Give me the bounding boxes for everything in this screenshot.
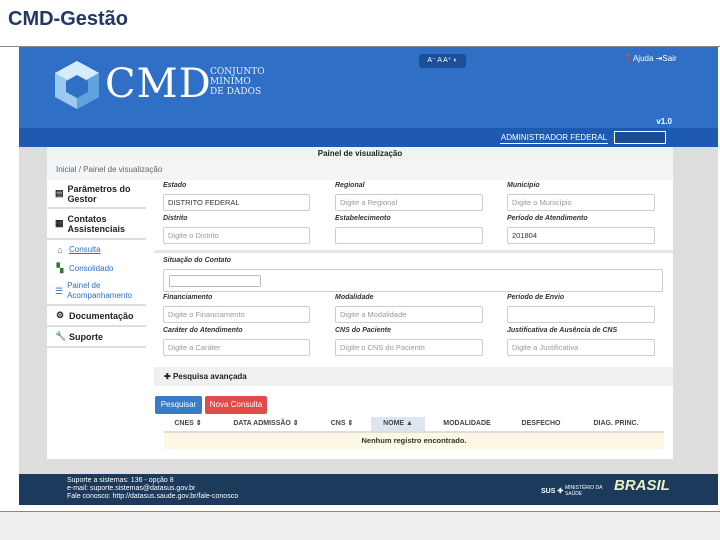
slide-footer-band <box>0 512 720 540</box>
situacao-box[interactable] <box>163 269 663 292</box>
cns-field[interactable]: Digite o CNS do Paciente <box>335 339 483 356</box>
footer-info: Suporte a sistemas: 136 - opção 8 e-mail… <box>67 477 239 500</box>
periodo-atendimento-field[interactable]: 201804 <box>507 227 655 244</box>
label-financiamento: Financiamento <box>163 294 213 301</box>
label-municipio: Município <box>507 182 540 189</box>
user-select[interactable] <box>614 131 666 144</box>
sidebar-item-documentacao[interactable]: ⚙ Documentação <box>47 306 146 327</box>
estabelecimento-field[interactable] <box>335 227 483 244</box>
estado-field[interactable]: DISTRITO FEDERAL <box>163 194 310 211</box>
col-cns[interactable]: CNS ⇕ <box>324 417 360 431</box>
help-icon: ❓ <box>623 54 633 63</box>
top-links: ❓Ajuda ⇥Sair <box>623 54 677 63</box>
brand-subtitle: CONJUNTO MÍNIMO DE DADOS <box>210 67 265 97</box>
regional-field[interactable]: Digite a Regional <box>335 194 483 211</box>
breadcrumb: Inicial / Painel de visualização <box>47 160 673 180</box>
label-periodo-envio: Período de Envio <box>507 294 565 301</box>
modalidade-field[interactable]: Digite a Modalidade <box>335 306 483 323</box>
home-icon: ⌂ <box>57 244 63 255</box>
breadcrumb-home[interactable]: Inicial <box>56 165 76 174</box>
label-carater: Caráter do Atendimento <box>163 327 243 334</box>
sidebar-item-suporte[interactable]: 🔧 Suporte <box>47 327 146 348</box>
user-name: ADMINISTRADOR FEDERAL <box>500 133 608 144</box>
brand-name: CMD <box>105 61 212 107</box>
wrench-icon: 🔧 <box>55 331 67 341</box>
label-regional: Regional <box>335 182 365 189</box>
footer: Suporte a sistemas: 136 - opção 8 e-mail… <box>19 474 718 505</box>
list-icon: ▤ <box>55 188 64 198</box>
label-modalidade: Modalidade <box>335 294 374 301</box>
grid-icon: ▚ <box>56 263 64 273</box>
gear-icon: ⚙ <box>55 310 65 320</box>
plus-icon: ✚ <box>164 372 171 381</box>
search-button[interactable]: Pesquisar <box>155 396 202 414</box>
cross-icon: ✚ <box>557 488 564 495</box>
label-periodo-atendimento: Período de Atendimento <box>507 215 588 222</box>
help-link[interactable]: Ajuda <box>633 54 653 63</box>
calendar-icon: ▦ <box>55 218 64 228</box>
ministry-logo: MINISTÉRIO DA SAÚDE <box>565 485 603 497</box>
font-size-controls[interactable]: A⁻ A A⁺ ◐ <box>419 54 466 68</box>
label-distrito: Distrito <box>163 215 188 222</box>
brasil-logo: BRASIL <box>614 477 670 494</box>
periodo-envio-field[interactable] <box>507 306 655 323</box>
exit-link[interactable]: Sair <box>662 54 676 63</box>
carater-field[interactable]: Digite a Caráter <box>163 339 310 356</box>
situacao-select[interactable] <box>169 275 261 287</box>
sidebar-item-consulta[interactable]: ⌂ Consulta <box>47 240 146 259</box>
sidebar-item-consolidado[interactable]: ▚ Consolidado <box>47 259 146 278</box>
main-panel: Painel de visualização Inicial / Painel … <box>47 147 673 459</box>
app-header: CMD CONJUNTO MÍNIMO DE DADOS A⁻ A A⁺ ◐ ❓Aj… <box>19 47 718 128</box>
sus-logo: SUS ✚ <box>541 488 564 495</box>
sliders-icon: ☰ <box>55 285 64 296</box>
col-modalidade[interactable]: MODALIDADE <box>436 417 498 431</box>
version: v1.0 <box>656 117 672 126</box>
label-estabelecimento: Estabelecimento <box>335 215 391 222</box>
col-nome[interactable]: NOME ▲ <box>371 417 425 431</box>
justificativa-field[interactable]: Digite a Justificativa <box>507 339 655 356</box>
label-justificativa: Justificativa de Ausência de CNS <box>507 327 618 334</box>
slide-title: CMD-Gestão <box>8 8 129 30</box>
label-estado: Estado <box>163 182 187 189</box>
screenshot: CMD CONJUNTO MÍNIMO DE DADOS A⁻ A A⁺ ◐ ❓Aj… <box>19 47 718 505</box>
breadcrumb-current: Painel de visualização <box>83 165 163 174</box>
divider <box>154 250 673 253</box>
label-situacao: Situação do Contato <box>163 257 232 264</box>
empty-message: Nenhum registro encontrado. <box>164 433 664 449</box>
advanced-search-toggle[interactable]: ✚ Pesquisa avançada <box>154 367 673 386</box>
label-cns: CNS do Paciente <box>335 327 392 334</box>
municipio-field[interactable]: Digite o Município <box>507 194 655 211</box>
distrito-field[interactable]: Digite o Distrito <box>163 227 310 244</box>
col-diag[interactable]: DIAG. PRINC. <box>582 417 650 431</box>
panel-title: Painel de visualização <box>47 147 673 160</box>
col-cnes[interactable]: CNES ⇕ <box>164 417 212 431</box>
sidebar-item-contatos[interactable]: ▦ Contatos Assistenciais <box>47 209 146 240</box>
financiamento-field[interactable]: Digite o Financiamento <box>163 306 310 323</box>
sidebar-item-parametros[interactable]: ▤ Parâmetros do Gestor <box>47 180 146 209</box>
cube-logo-icon <box>55 61 99 109</box>
col-desfecho[interactable]: DESFECHO <box>514 417 568 431</box>
sidebar-item-painel[interactable]: ☰ Painel de Acompanhamento <box>47 278 146 306</box>
col-data-admissao[interactable]: DATA ADMISSÃO ⇕ <box>226 417 306 431</box>
sidebar: ▤ Parâmetros do Gestor ▦ Contatos Assisten… <box>47 180 146 348</box>
new-query-button[interactable]: Nova Consulta <box>205 396 267 414</box>
